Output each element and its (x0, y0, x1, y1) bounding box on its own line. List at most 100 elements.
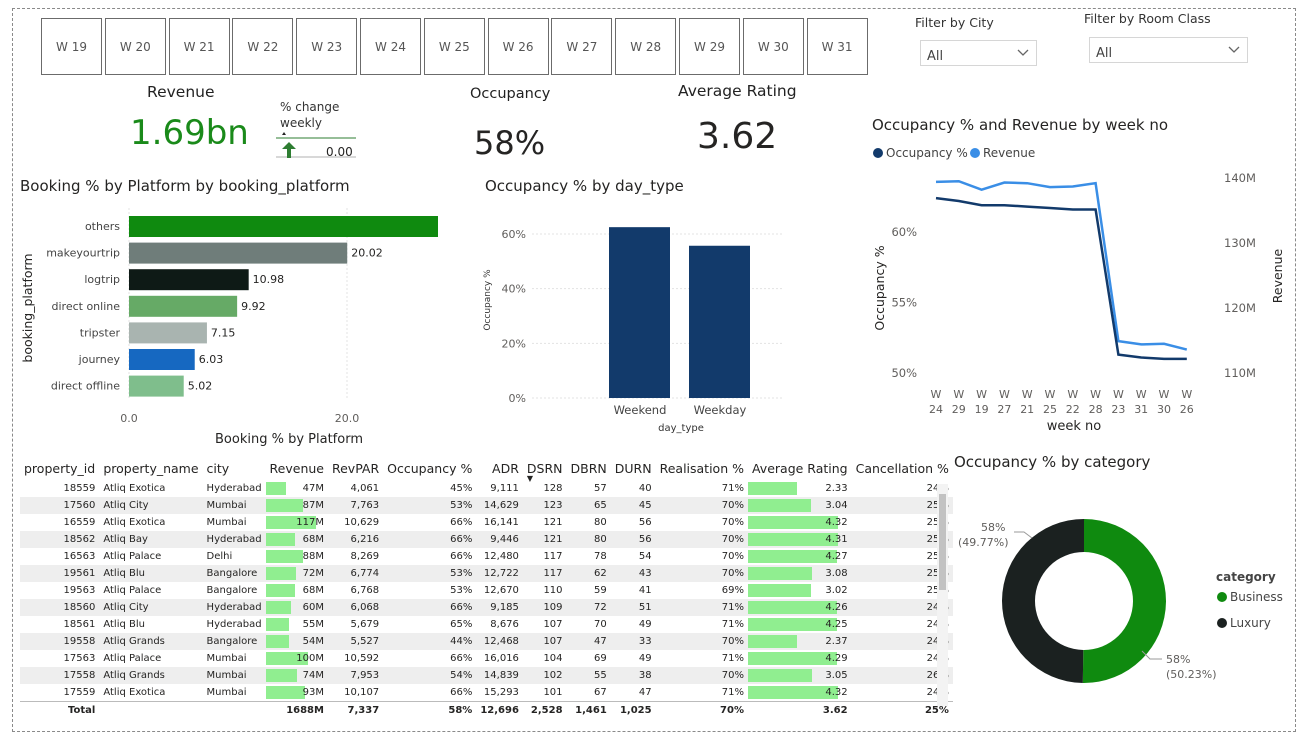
data-label: 9.92 (241, 300, 265, 313)
table-cell: 71% (721, 653, 744, 664)
table-cell: Atliq Palace (103, 585, 162, 596)
table-cell: 47 (638, 687, 652, 698)
week-button[interactable]: W 25 (423, 18, 485, 75)
column-header[interactable]: Realisation % (656, 456, 748, 480)
table-row[interactable]: 18562 Atliq Bay Hyderabad 68M 6,216 66% 9,446 1… (20, 531, 953, 548)
platform-bar (129, 295, 238, 317)
data-label: 7.15 (211, 326, 236, 339)
table-row[interactable]: 17559 Atliq Exotica Mumbai 93M 10,107 66% 15,2… (20, 684, 953, 702)
table-cell: 70% (655, 667, 748, 684)
week-button[interactable]: W 30 (742, 18, 804, 75)
table-cell: 8,269 (350, 551, 380, 562)
table-cell: 72M (265, 565, 328, 582)
column-header[interactable]: Cancellation % (852, 456, 953, 480)
data-bar (265, 686, 306, 699)
category-label: direct online (52, 300, 121, 313)
week-button[interactable]: W 22 (232, 18, 294, 75)
scrollbar-thumb[interactable] (939, 494, 946, 590)
data-bar (265, 584, 295, 597)
occupancy-revenue-line-chart: Occupancy % Revenue 50% 55% 60% 110M 120M 130M 1… (872, 146, 1285, 434)
column-header[interactable]: Occupancy % (383, 456, 476, 480)
table-cell: 54 (638, 551, 652, 562)
table-cell: 18562 (20, 531, 100, 548)
platform-bar (129, 242, 348, 264)
table-row[interactable]: 17558 Atliq Grands Mumbai 74M 7,953 54% 14,839… (20, 667, 953, 684)
table-cell: Hyderabad (202, 599, 266, 616)
table-cell: Hyderabad (206, 619, 262, 630)
y-left-tick-label: 55% (891, 296, 917, 310)
table-row[interactable]: 18559 Atliq Exotica Hyderabad 47M 4,061 45% 9,… (20, 480, 953, 497)
table-cell: Atliq Blu (103, 619, 145, 630)
category-label: direct offline (51, 380, 120, 393)
week-button[interactable]: W 19 (41, 18, 102, 75)
table-cell: 117 (543, 551, 563, 562)
column-header[interactable]: property_id (20, 456, 99, 480)
x-tick-label: 31 (1134, 403, 1148, 416)
week-button[interactable]: W 20 (104, 18, 166, 75)
data-bar (747, 584, 811, 597)
column-header[interactable]: DBRN (567, 456, 611, 480)
total-cell (99, 701, 203, 719)
week-button[interactable]: W 28 (615, 18, 677, 75)
table-row[interactable]: 18561 Atliq Blu Hyderabad 55M 5,679 65% 8,676 1… (20, 616, 953, 633)
table-cell: 4.32 (747, 514, 852, 531)
week-button[interactable]: W 23 (296, 18, 358, 75)
y-right-tick-label: 130M (1224, 236, 1256, 250)
category-label: Weekday (694, 403, 747, 417)
table-row[interactable]: 19561 Atliq Blu Bangalore 72M 6,774 53% 12,722… (20, 565, 953, 582)
table-row[interactable]: 18560 Atliq City Hyderabad 60M 6,068 66% 9,185… (20, 599, 953, 616)
column-header[interactable]: property_name (99, 456, 202, 480)
table-cell: 12,480 (483, 551, 519, 562)
column-header[interactable]: RevPAR (328, 456, 383, 480)
room-class-filter-label: Filter by Room Class (1084, 11, 1211, 26)
column-header[interactable]: ADR (476, 456, 523, 480)
table-cell: Atliq City (99, 599, 203, 616)
city-filter-dropdown[interactable]: All (920, 40, 1037, 66)
chevron-down-icon (1228, 46, 1240, 53)
table-cell: 10,107 (344, 687, 380, 698)
occupancy-series-line (935, 196, 1187, 361)
column-header[interactable]: Average Rating (748, 456, 852, 480)
category-donut-chart: 58% (50.23%) 58% (49.77%) category Business Lu… (958, 519, 1283, 683)
table-cell: 107 (522, 633, 567, 650)
city-filter-value: All (927, 49, 944, 64)
city-filter-label: Filter by City (915, 15, 994, 30)
table-cell: 69% (721, 585, 744, 596)
table-header-row: property_id property_name city Revenue RevPA… (20, 456, 953, 484)
x-tick-label: W (953, 388, 964, 401)
week-button[interactable]: W 26 (487, 18, 549, 75)
table-row[interactable]: 16559 Atliq Exotica Mumbai 117M 10,629 66% 16,… (20, 514, 953, 531)
table-cell: 68M (265, 582, 328, 599)
week-button[interactable]: W 21 (168, 18, 230, 75)
table-cell: Mumbai (206, 687, 247, 698)
column-header[interactable]: Revenue (266, 456, 328, 480)
table-cell: 17560 (20, 497, 100, 514)
table-cell: 70% (655, 531, 748, 548)
data-bar (747, 635, 798, 648)
column-header[interactable]: city (203, 456, 266, 480)
table-cell: 47 (566, 633, 611, 650)
table-row[interactable]: 19558 Atliq Grands Bangalore 54M 5,527 44% 12,… (20, 633, 953, 650)
platform-bar (129, 349, 195, 370)
table-cell: 7,763 (327, 497, 384, 514)
column-header[interactable]: DURN (611, 456, 656, 480)
week-button[interactable]: W 29 (679, 18, 740, 75)
table-cell: 55 (566, 667, 611, 684)
table-row[interactable]: 17563 Atliq Palace Mumbai 100M 10,592 66% 16,0… (20, 650, 953, 667)
table-cell: 47M (265, 480, 328, 497)
table-row[interactable]: 17560 Atliq City Mumbai 87M 7,763 53% 14,629 12… (20, 497, 953, 514)
room-class-filter-dropdown[interactable]: All (1089, 37, 1248, 63)
table-cell: 110 (543, 585, 563, 596)
table-row[interactable]: 16563 Atliq Palace Delhi 88M 8,269 66% 12,480 1… (20, 548, 953, 565)
table-cell: 66% (450, 517, 473, 528)
week-button[interactable]: W 27 (551, 18, 613, 75)
table-cell: 65 (566, 497, 611, 514)
week-button[interactable]: W 31 (806, 18, 868, 75)
week-button[interactable]: W 24 (360, 18, 421, 75)
table-cell: 74M (265, 667, 328, 684)
table-scrollbar[interactable] (937, 484, 948, 706)
table-cell: Atliq Bay (99, 531, 203, 548)
total-cell: 3.62 (747, 701, 852, 719)
column-header[interactable]: DSRN ▼ (523, 456, 567, 484)
table-row[interactable]: 19563 Atliq Palace Bangalore 68M 6,768 53% 12,… (20, 582, 953, 599)
